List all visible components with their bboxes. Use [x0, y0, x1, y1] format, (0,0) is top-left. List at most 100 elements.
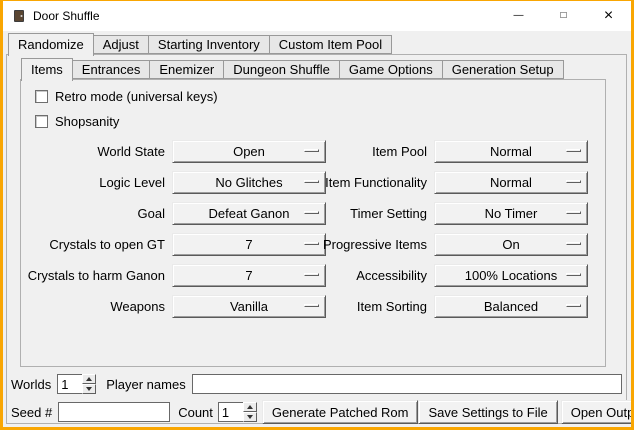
dropdown-value: Normal — [490, 144, 532, 159]
arrow-down-icon — [247, 415, 253, 419]
item-sorting-dropdown[interactable]: Balanced — [434, 295, 588, 318]
arrow-down-icon — [86, 387, 92, 391]
settings-row: Crystals to open GT 7 Progressive Items … — [21, 229, 605, 260]
maximize-icon: □ — [560, 11, 566, 21]
worlds-spinbox — [57, 374, 96, 394]
count-spinbox — [218, 402, 257, 422]
dropdown-value: 100% Locations — [465, 268, 558, 283]
goal-label: Goal — [21, 198, 165, 229]
seed-input[interactable] — [58, 402, 170, 422]
dropdown-value: No Timer — [485, 206, 538, 221]
generate-patched-rom-button[interactable]: Generate Patched Rom — [262, 400, 419, 424]
app-icon[interactable] — [11, 8, 27, 24]
randomize-tab-panel: Items Entrances Enemizer Dungeon Shuffle… — [6, 54, 627, 424]
count-input[interactable] — [218, 402, 243, 422]
checkbox-label: Shopsanity — [55, 114, 119, 129]
progressive-items-label: Progressive Items — [317, 229, 427, 260]
retro-mode-checkbox[interactable]: Retro mode (universal keys) — [35, 86, 218, 106]
dropdown-indicator-icon — [566, 180, 581, 183]
dropdown-value: No Glitches — [215, 175, 282, 190]
item-functionality-label: Item Functionality — [317, 167, 427, 198]
player-names-input[interactable] — [192, 374, 622, 394]
crystals-harm-ganon-dropdown[interactable]: 7 — [172, 264, 326, 287]
settings-row: Goal Defeat Ganon Timer Setting No Timer — [21, 198, 605, 229]
worlds-spin-arrows — [82, 374, 96, 394]
settings-row: Crystals to harm Ganon 7 Accessibility 1… — [21, 260, 605, 291]
dropdown-value: On — [502, 237, 519, 252]
player-names-label: Player names — [106, 377, 185, 392]
dropdown-indicator-icon — [566, 304, 581, 307]
count-spin-down-button[interactable] — [243, 412, 257, 422]
tab-game-options[interactable]: Game Options — [339, 60, 443, 79]
dropdown-value: Defeat Ganon — [209, 206, 290, 221]
settings-grid: World State Open Item Pool Normal Logic … — [21, 136, 605, 322]
tab-starting-inventory[interactable]: Starting Inventory — [148, 35, 270, 54]
count-spin-up-button[interactable] — [243, 402, 257, 412]
weapons-dropdown[interactable]: Vanilla — [172, 295, 326, 318]
arrow-up-icon — [86, 377, 92, 381]
dropdown-value: 7 — [245, 237, 252, 252]
goal-dropdown[interactable]: Defeat Ganon — [172, 202, 326, 225]
window-title: Door Shuffle — [33, 9, 100, 23]
shopsanity-checkbox[interactable]: Shopsanity — [35, 111, 119, 131]
arrow-up-icon — [247, 405, 253, 409]
open-output-directory-button[interactable]: Open Output Directory — [561, 400, 634, 424]
logic-level-dropdown[interactable]: No Glitches — [172, 171, 326, 194]
crystals-open-gt-dropdown[interactable]: 7 — [172, 233, 326, 256]
worlds-label: Worlds — [11, 377, 51, 392]
tab-items[interactable]: Items — [21, 58, 73, 81]
world-state-dropdown[interactable]: Open — [172, 140, 326, 163]
window: Door Shuffle — □ × Randomize Adjust Star… — [0, 0, 634, 430]
timer-setting-label: Timer Setting — [317, 198, 427, 229]
count-label: Count — [178, 405, 213, 420]
dropdown-indicator-icon — [566, 242, 581, 245]
checkbox-label: Retro mode (universal keys) — [55, 89, 218, 104]
maximize-button[interactable]: □ — [541, 1, 586, 31]
tab-entrances[interactable]: Entrances — [72, 60, 151, 79]
accessibility-dropdown[interactable]: 100% Locations — [434, 264, 588, 287]
dropdown-indicator-icon — [566, 273, 581, 276]
tab-enemizer[interactable]: Enemizer — [149, 60, 224, 79]
titlebar: Door Shuffle — □ × — [3, 1, 631, 31]
checkbox-box — [35, 90, 48, 103]
minimize-button[interactable]: — — [496, 1, 541, 31]
items-tab-panel: Retro mode (universal keys) Shopsanity W… — [20, 79, 606, 367]
dropdown-value: Vanilla — [230, 299, 268, 314]
dropdown-value: Balanced — [484, 299, 538, 314]
crystals-harm-ganon-label: Crystals to harm Ganon — [21, 260, 165, 291]
tab-dungeon-shuffle[interactable]: Dungeon Shuffle — [223, 60, 340, 79]
item-functionality-dropdown[interactable]: Normal — [434, 171, 588, 194]
item-pool-label: Item Pool — [317, 136, 427, 167]
dropdown-value: 7 — [245, 268, 252, 283]
settings-row: World State Open Item Pool Normal — [21, 136, 605, 167]
crystals-open-gt-label: Crystals to open GT — [21, 229, 165, 260]
world-state-label: World State — [21, 136, 165, 167]
worlds-input[interactable] — [57, 374, 82, 394]
client-area: Randomize Adjust Starting Inventory Cust… — [3, 31, 631, 427]
settings-row: Logic Level No Glitches Item Functionali… — [21, 167, 605, 198]
tab-adjust[interactable]: Adjust — [93, 35, 149, 54]
item-pool-dropdown[interactable]: Normal — [434, 140, 588, 163]
dropdown-indicator-icon — [566, 149, 581, 152]
close-button[interactable]: × — [586, 1, 631, 31]
settings-row: Weapons Vanilla Item Sorting Balanced — [21, 291, 605, 322]
seed-row: Seed # Count Generate Patched Rom Save S… — [11, 400, 622, 424]
save-settings-button[interactable]: Save Settings to File — [418, 400, 557, 424]
count-spin-arrows — [243, 402, 257, 422]
tab-randomize[interactable]: Randomize — [8, 33, 94, 56]
accessibility-label: Accessibility — [317, 260, 427, 291]
tab-generation-setup[interactable]: Generation Setup — [442, 60, 564, 79]
dropdown-value: Open — [233, 144, 265, 159]
item-sorting-label: Item Sorting — [317, 291, 427, 322]
worlds-row: Worlds Player names — [11, 373, 622, 395]
minimize-icon: — — [514, 11, 524, 21]
weapons-label: Weapons — [21, 291, 165, 322]
timer-setting-dropdown[interactable]: No Timer — [434, 202, 588, 225]
progressive-items-dropdown[interactable]: On — [434, 233, 588, 256]
worlds-spin-up-button[interactable] — [82, 374, 96, 384]
worlds-spin-down-button[interactable] — [82, 384, 96, 394]
dropdown-indicator-icon — [566, 211, 581, 214]
dropdown-value: Normal — [490, 175, 532, 190]
settings-tabs: Items Entrances Enemizer Dungeon Shuffle… — [21, 58, 564, 81]
tab-custom-item-pool[interactable]: Custom Item Pool — [269, 35, 392, 54]
